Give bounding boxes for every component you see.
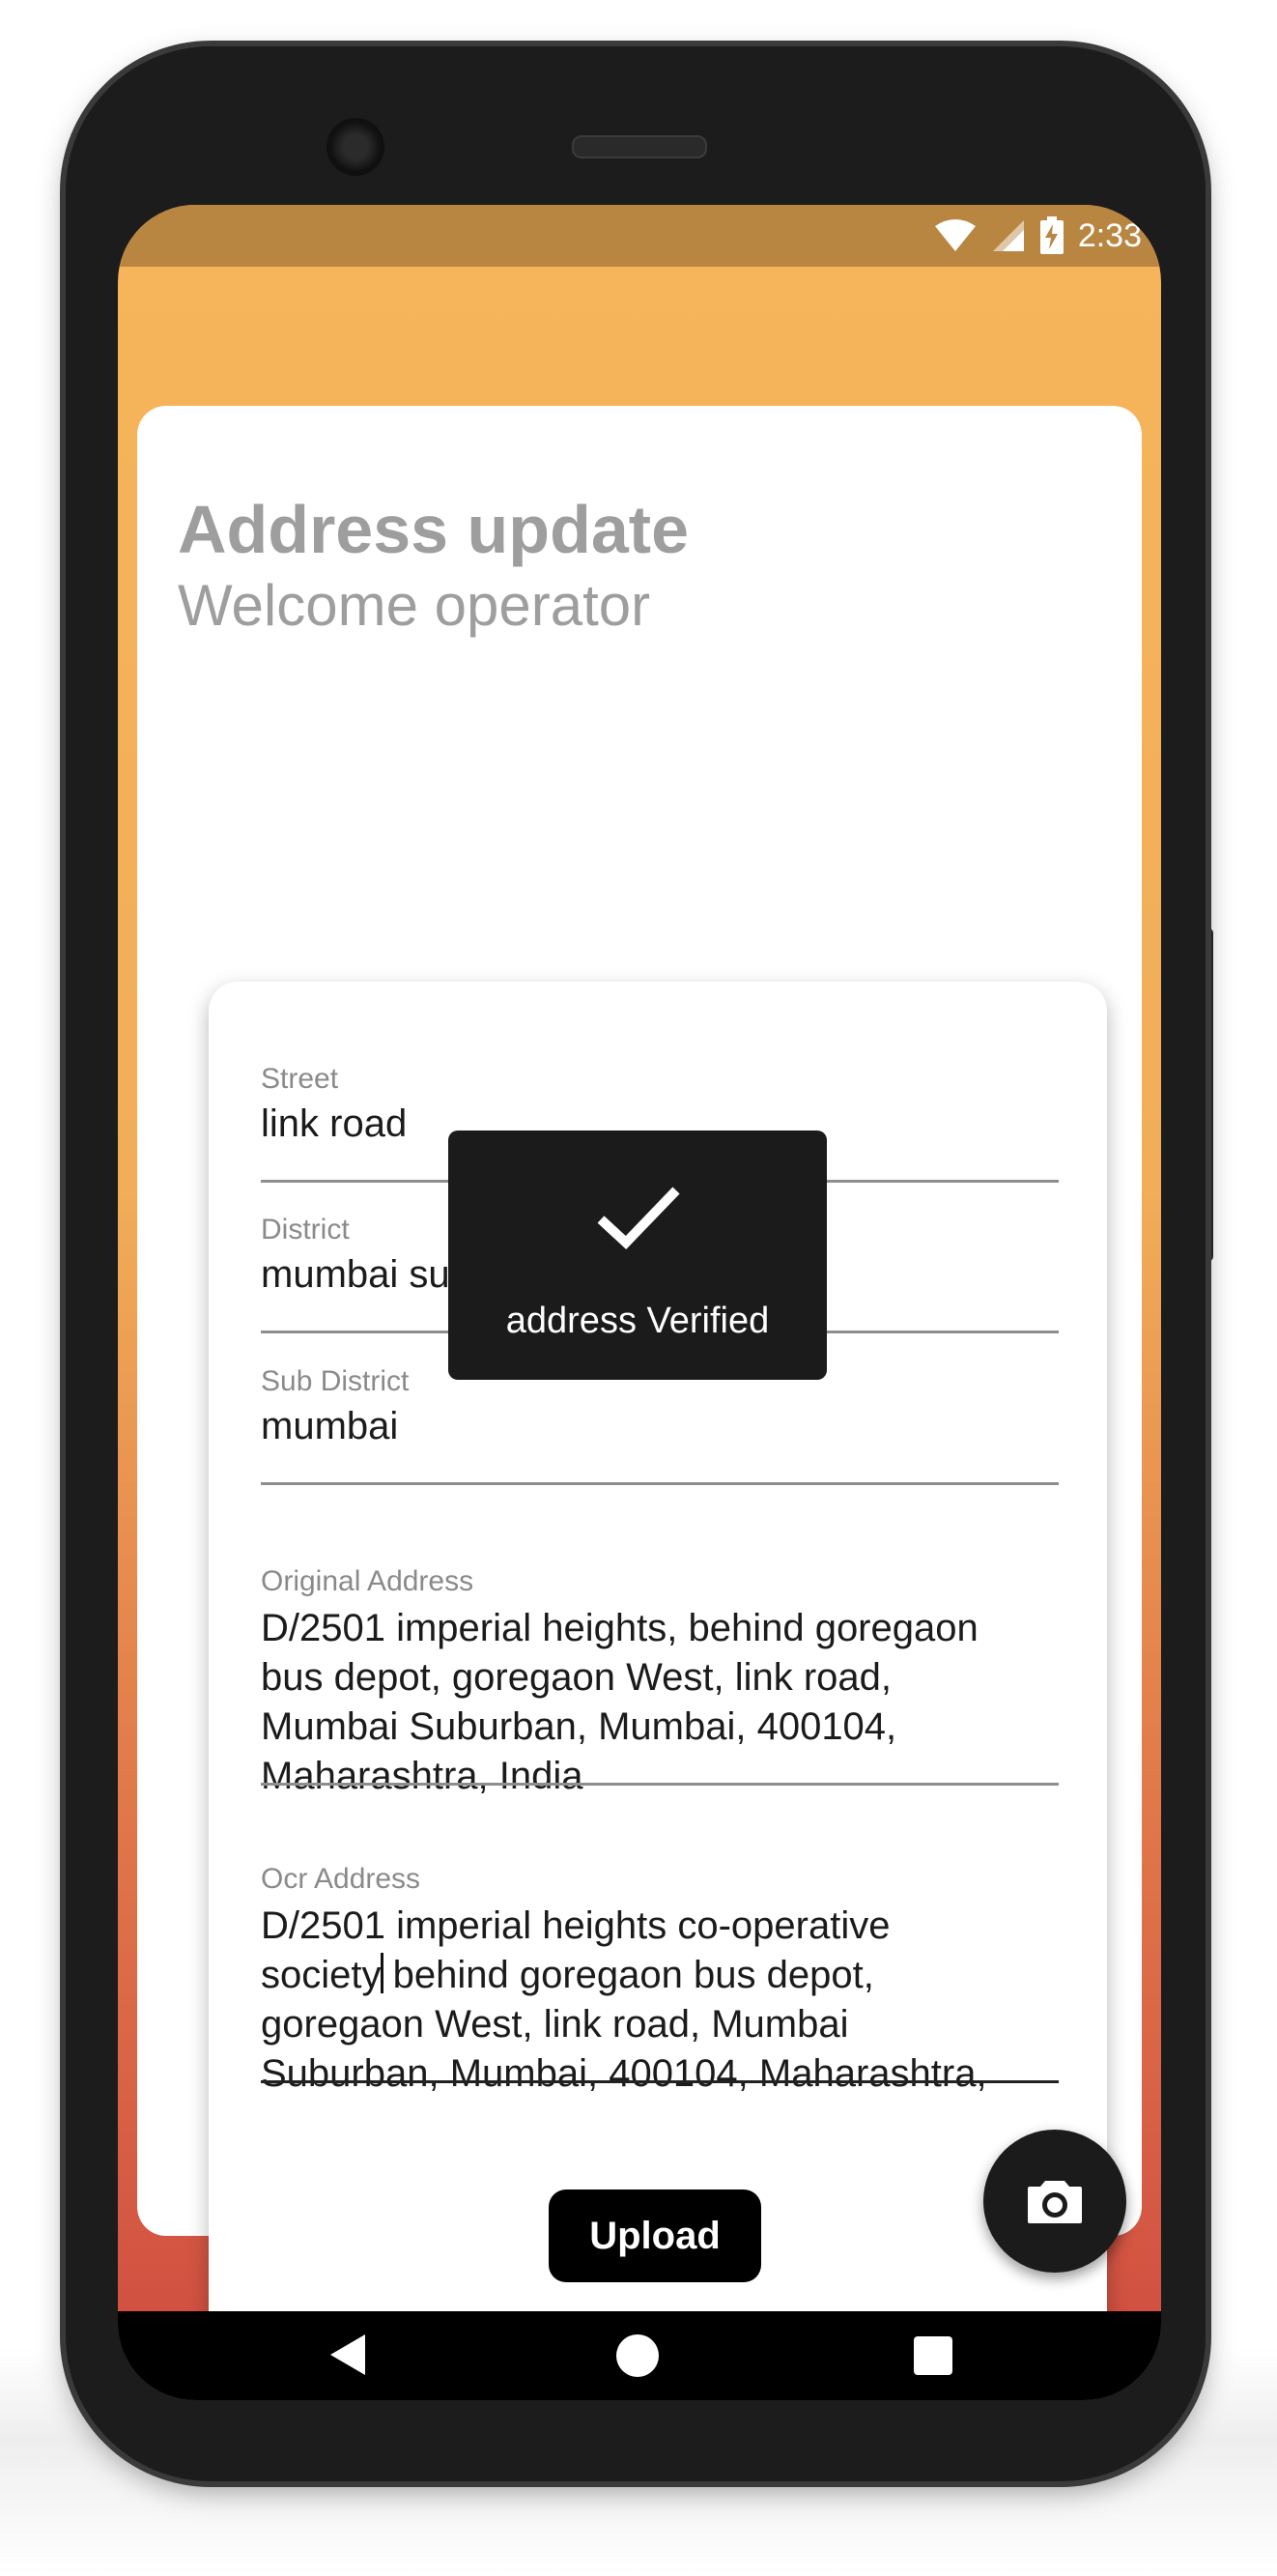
ocr-address-underline xyxy=(261,2080,1059,2083)
sub-district-field[interactable]: Sub District mumbai xyxy=(261,1365,1059,1485)
front-camera xyxy=(326,118,384,176)
street-label: Street xyxy=(261,1063,339,1095)
toast-message: address Verified xyxy=(505,1301,770,1341)
original-address-line: D/2501 imperial heights, behind goregaon xyxy=(261,1607,979,1649)
recents-icon[interactable] xyxy=(914,2336,952,2375)
signal-icon xyxy=(992,220,1024,251)
page-subtitle: Welcome operator xyxy=(178,573,651,638)
navigation-bar xyxy=(118,2311,1161,2400)
ocr-address-line: goregaon West, link road, Mumbai xyxy=(261,2003,849,2046)
original-address-line: bus depot, goregaon West, link road, xyxy=(261,1656,893,1699)
original-address-field[interactable]: Original Address D/2501 imperial heights… xyxy=(261,1565,1059,1797)
status-time: 2:33 xyxy=(1077,216,1142,254)
ocr-address-text: society xyxy=(261,1954,382,1996)
battery-charging-icon xyxy=(1039,216,1064,254)
sub-district-underline xyxy=(261,1482,1059,1485)
original-address-label: Original Address xyxy=(261,1565,474,1597)
verified-toast: address Verified xyxy=(448,1131,827,1380)
earpiece-speaker xyxy=(572,135,707,158)
ocr-address-text: behind goregaon bus depot, xyxy=(382,1954,874,1996)
ocr-address-line: society behind goregaon bus depot, xyxy=(261,1951,1059,2000)
original-address-input[interactable]: D/2501 imperial heights, behind goregaon… xyxy=(261,1604,1059,1801)
sub-district-input[interactable]: mumbai xyxy=(261,1402,1059,1451)
original-address-line: Maharashtra, India xyxy=(261,1755,583,1797)
upload-button[interactable]: Upload xyxy=(549,2190,761,2282)
home-icon[interactable] xyxy=(616,2334,659,2377)
status-icons: 2:33 xyxy=(933,215,1142,257)
status-bar: 2:33 xyxy=(118,205,1161,267)
checkmark-icon xyxy=(597,1187,680,1249)
ocr-address-field[interactable]: Ocr Address D/2501 imperial heights co-o… xyxy=(261,1863,1059,2095)
ocr-address-label: Ocr Address xyxy=(261,1863,421,1895)
wifi-icon xyxy=(934,219,976,251)
original-address-underline xyxy=(261,1783,1059,1786)
original-address-line: Mumbai Suburban, Mumbai, 400104, xyxy=(261,1705,897,1748)
ocr-address-input[interactable]: D/2501 imperial heights co-operative soc… xyxy=(261,1902,1059,2099)
camera-fab-button[interactable] xyxy=(983,2130,1126,2273)
screen: 2:33 Address update Welcome operator Str… xyxy=(118,205,1161,2400)
ocr-address-line: D/2501 imperial heights co-operative xyxy=(261,1904,891,1947)
ocr-address-line: Suburban, Mumbai, 400104, Maharashtra, xyxy=(261,2052,987,2095)
page-title: Address update xyxy=(178,492,689,567)
back-icon[interactable] xyxy=(328,2333,367,2377)
camera-icon xyxy=(1028,2181,1082,2223)
